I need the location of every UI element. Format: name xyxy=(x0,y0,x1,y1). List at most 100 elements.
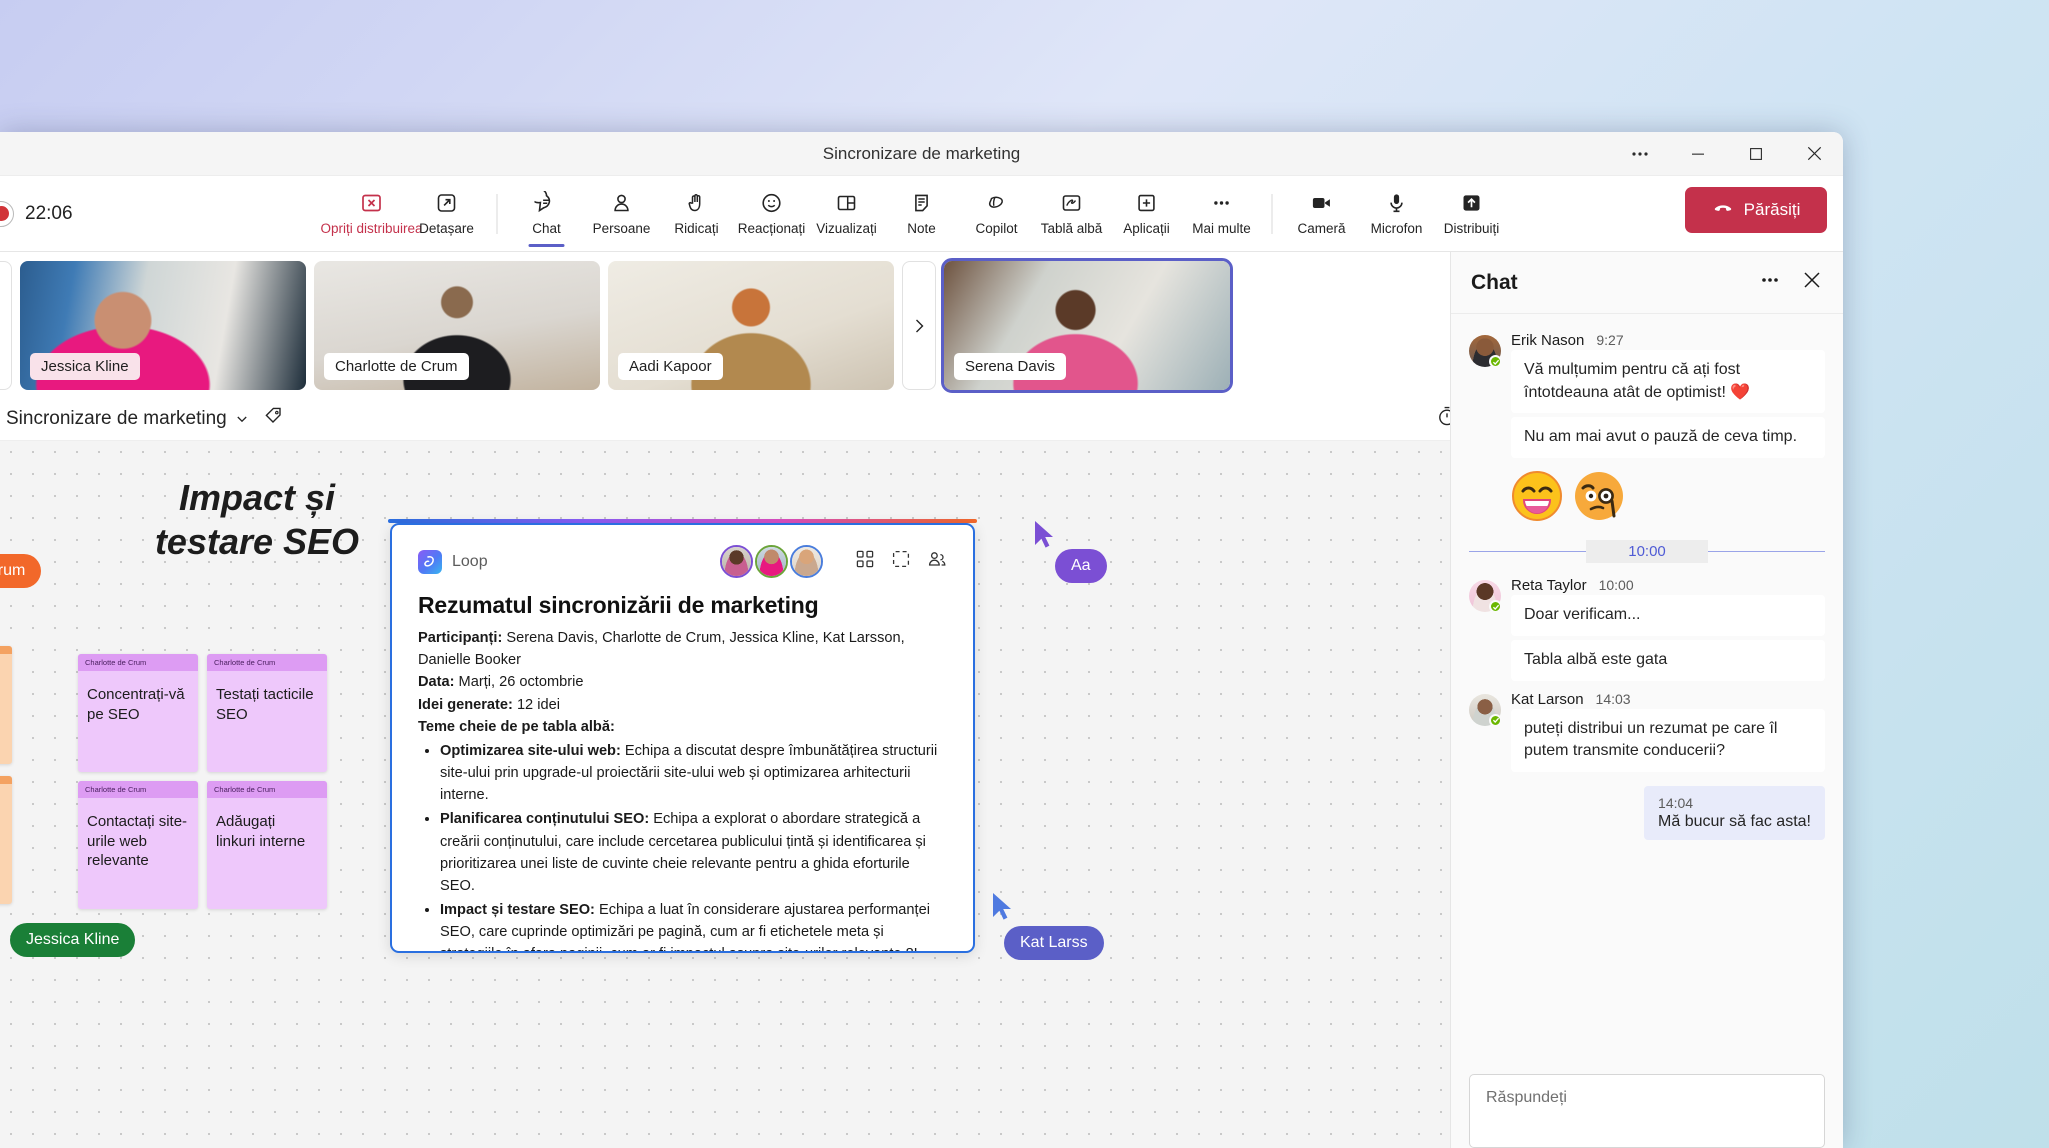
whiteboard-button[interactable]: Tablă albă xyxy=(1034,188,1109,240)
leave-call-button[interactable]: Părăsiți xyxy=(1685,186,1827,233)
copilot-button[interactable]: Copilot xyxy=(959,188,1034,240)
teams-meeting-window: Sincronizare de marketing 22:06 Opriți d… xyxy=(0,132,1843,1148)
chat-bubble: puteți distribui un rezumat pe care îl p… xyxy=(1511,708,1825,773)
raise-hand-label: Ridicați xyxy=(674,220,719,236)
sticky-note[interactable]: Charlotte de Crum Adăugați linkuri inter… xyxy=(207,781,327,909)
stop-sharing-icon xyxy=(360,190,384,216)
grid-icon[interactable] xyxy=(855,549,875,574)
loop-bullet: Optimizarea site-ului web: Echipa a disc… xyxy=(440,740,947,807)
apps-label: Aplicații xyxy=(1123,220,1170,236)
hangup-icon xyxy=(1712,196,1734,223)
stop-sharing-button[interactable]: Opriți distribuirea xyxy=(320,188,423,240)
expand-icon[interactable] xyxy=(891,549,911,574)
presence-available-icon xyxy=(1489,713,1502,727)
loop-field: Idei generate: 12 idei xyxy=(418,694,947,716)
loop-bullet-lead: Optimizarea site-ului web: xyxy=(440,742,621,759)
chat-message-content: Reta Taylor 10:00 Doar verificam... Tabl… xyxy=(1511,577,1825,684)
divider-line xyxy=(1469,551,1587,553)
reactions-icon xyxy=(760,190,784,216)
chat-time-divider-label: 10:00 xyxy=(1586,540,1708,564)
tag-icon[interactable] xyxy=(263,405,285,432)
sticky-note[interactable]: Charlotte de Crum Contactați site-urile … xyxy=(78,781,198,909)
apps-button[interactable]: Aplicații xyxy=(1109,188,1184,240)
loop-field-label: Participanți: xyxy=(418,630,503,646)
video-tile[interactable]: Jessica Kline xyxy=(20,261,306,390)
sticky-note-text xyxy=(0,654,12,764)
view-layout-icon xyxy=(835,190,859,216)
copilot-icon xyxy=(985,190,1009,216)
sticky-note[interactable]: Charlotte de Crum Testați tacticile SEO xyxy=(207,654,327,772)
sticky-note[interactable]: Charlotte de Crum Concentrați-vă pe SEO xyxy=(78,654,198,772)
face-with-monocle-icon[interactable] xyxy=(1573,470,1625,522)
loop-card-header: Loop xyxy=(418,545,947,578)
detach-button[interactable]: Detașare xyxy=(409,188,484,240)
window-maximize-button[interactable] xyxy=(1727,132,1785,176)
camera-icon xyxy=(1310,190,1334,216)
avatar[interactable] xyxy=(1469,335,1502,368)
chat-sender-name: Erik Nason xyxy=(1511,332,1585,349)
chat-compose-input[interactable]: Răspundeți xyxy=(1469,1074,1825,1148)
notes-label: Note xyxy=(907,220,936,236)
chat-bubble: Vă mulțumim pentru că ați fost întotdeau… xyxy=(1511,350,1825,414)
camera-label: Cameră xyxy=(1297,220,1346,236)
people-button[interactable]: Persoane xyxy=(584,188,659,240)
grinning-squint-face-icon[interactable] xyxy=(1511,470,1563,522)
chat-timestamp: 14:04 xyxy=(1658,795,1694,812)
window-close-button[interactable] xyxy=(1785,132,1843,176)
share-screen-button[interactable]: Distribuiți xyxy=(1434,188,1509,240)
avatar[interactable] xyxy=(720,545,753,578)
whiteboard-heading: Impact și testare SEO xyxy=(142,476,372,564)
apps-plus-icon xyxy=(1135,190,1159,216)
people-share-icon[interactable] xyxy=(927,549,947,574)
video-tile[interactable]: Charlotte de Crum xyxy=(314,261,600,390)
video-tile-active[interactable]: Serena Davis xyxy=(941,258,1233,393)
toolbar-right-group: Părăsiți xyxy=(1667,186,1843,241)
avatar[interactable] xyxy=(1469,693,1502,727)
whiteboard-icon xyxy=(1060,190,1084,216)
microphone-button[interactable]: Microfon xyxy=(1359,188,1434,240)
more-options-button[interactable]: Mai multe xyxy=(1184,188,1259,240)
notes-button[interactable]: Note xyxy=(884,188,959,240)
loop-card-body: Participanți: Serena Davis, Charlotte de… xyxy=(418,627,947,951)
toolbar-divider-2 xyxy=(1271,193,1272,234)
video-strip-prev-button[interactable] xyxy=(0,261,12,390)
sticky-note[interactable] xyxy=(0,776,12,904)
stop-sharing-label: Opriți distribuirea xyxy=(320,220,423,236)
sticky-note-text: Adăugați linkuri interne xyxy=(216,813,306,850)
loop-collaborator-avatars[interactable] xyxy=(720,545,823,578)
detach-label: Detașare xyxy=(419,220,474,236)
chat-button[interactable]: Chat xyxy=(509,188,584,247)
share-screen-icon xyxy=(1460,190,1484,216)
chat-message-list[interactable]: Erik Nason 9:27 Vă mulțumim pentru că aț… xyxy=(1451,314,1843,1058)
cursor-label-kat-larsson: Kat Larss xyxy=(1004,926,1104,960)
raise-hand-icon xyxy=(685,190,709,216)
camera-button[interactable]: Cameră xyxy=(1284,188,1359,240)
sticky-note[interactable] xyxy=(0,646,12,764)
raise-hand-button[interactable]: Ridicați xyxy=(659,188,734,240)
avatar[interactable] xyxy=(790,545,823,578)
video-strip-next-button[interactable] xyxy=(902,261,936,390)
chat-header-actions xyxy=(1759,269,1823,296)
whiteboard-title-dropdown[interactable]: Sincronizare de marketing xyxy=(6,408,249,430)
window-title: Sincronizare de marketing xyxy=(822,143,1021,163)
avatar[interactable] xyxy=(755,545,788,578)
chevron-down-icon xyxy=(237,416,247,422)
close-icon[interactable] xyxy=(1801,269,1823,296)
reactions-button[interactable]: Reacționați xyxy=(734,188,809,240)
more-dots-icon[interactable] xyxy=(1759,269,1781,296)
video-tile[interactable]: Aadi Kapoor xyxy=(608,261,894,390)
view-button[interactable]: Vizualizați xyxy=(809,188,884,240)
loop-summary-card[interactable]: Loop Rezumatul sincronizării de marketin… xyxy=(390,523,975,953)
loop-field-value: Marți, 26 octombrie xyxy=(454,674,584,691)
window-minimize-button[interactable] xyxy=(1669,132,1727,176)
chat-message-meta: Erik Nason 9:27 xyxy=(1511,332,1825,349)
divider-line xyxy=(1707,551,1826,553)
presence-available-icon xyxy=(1489,600,1502,614)
microphone-icon xyxy=(1385,190,1409,216)
avatar[interactable] xyxy=(1469,580,1502,614)
chat-bubble-outgoing: 14:04 Mă bucur să fac asta! xyxy=(1644,786,1825,841)
chat-reactions[interactable] xyxy=(1511,462,1825,526)
chat-message: Reta Taylor 10:00 Doar verificam... Tabl… xyxy=(1451,571,1843,684)
window-more-button[interactable] xyxy=(1611,132,1669,176)
share-screen-label: Distribuiți xyxy=(1443,220,1500,236)
